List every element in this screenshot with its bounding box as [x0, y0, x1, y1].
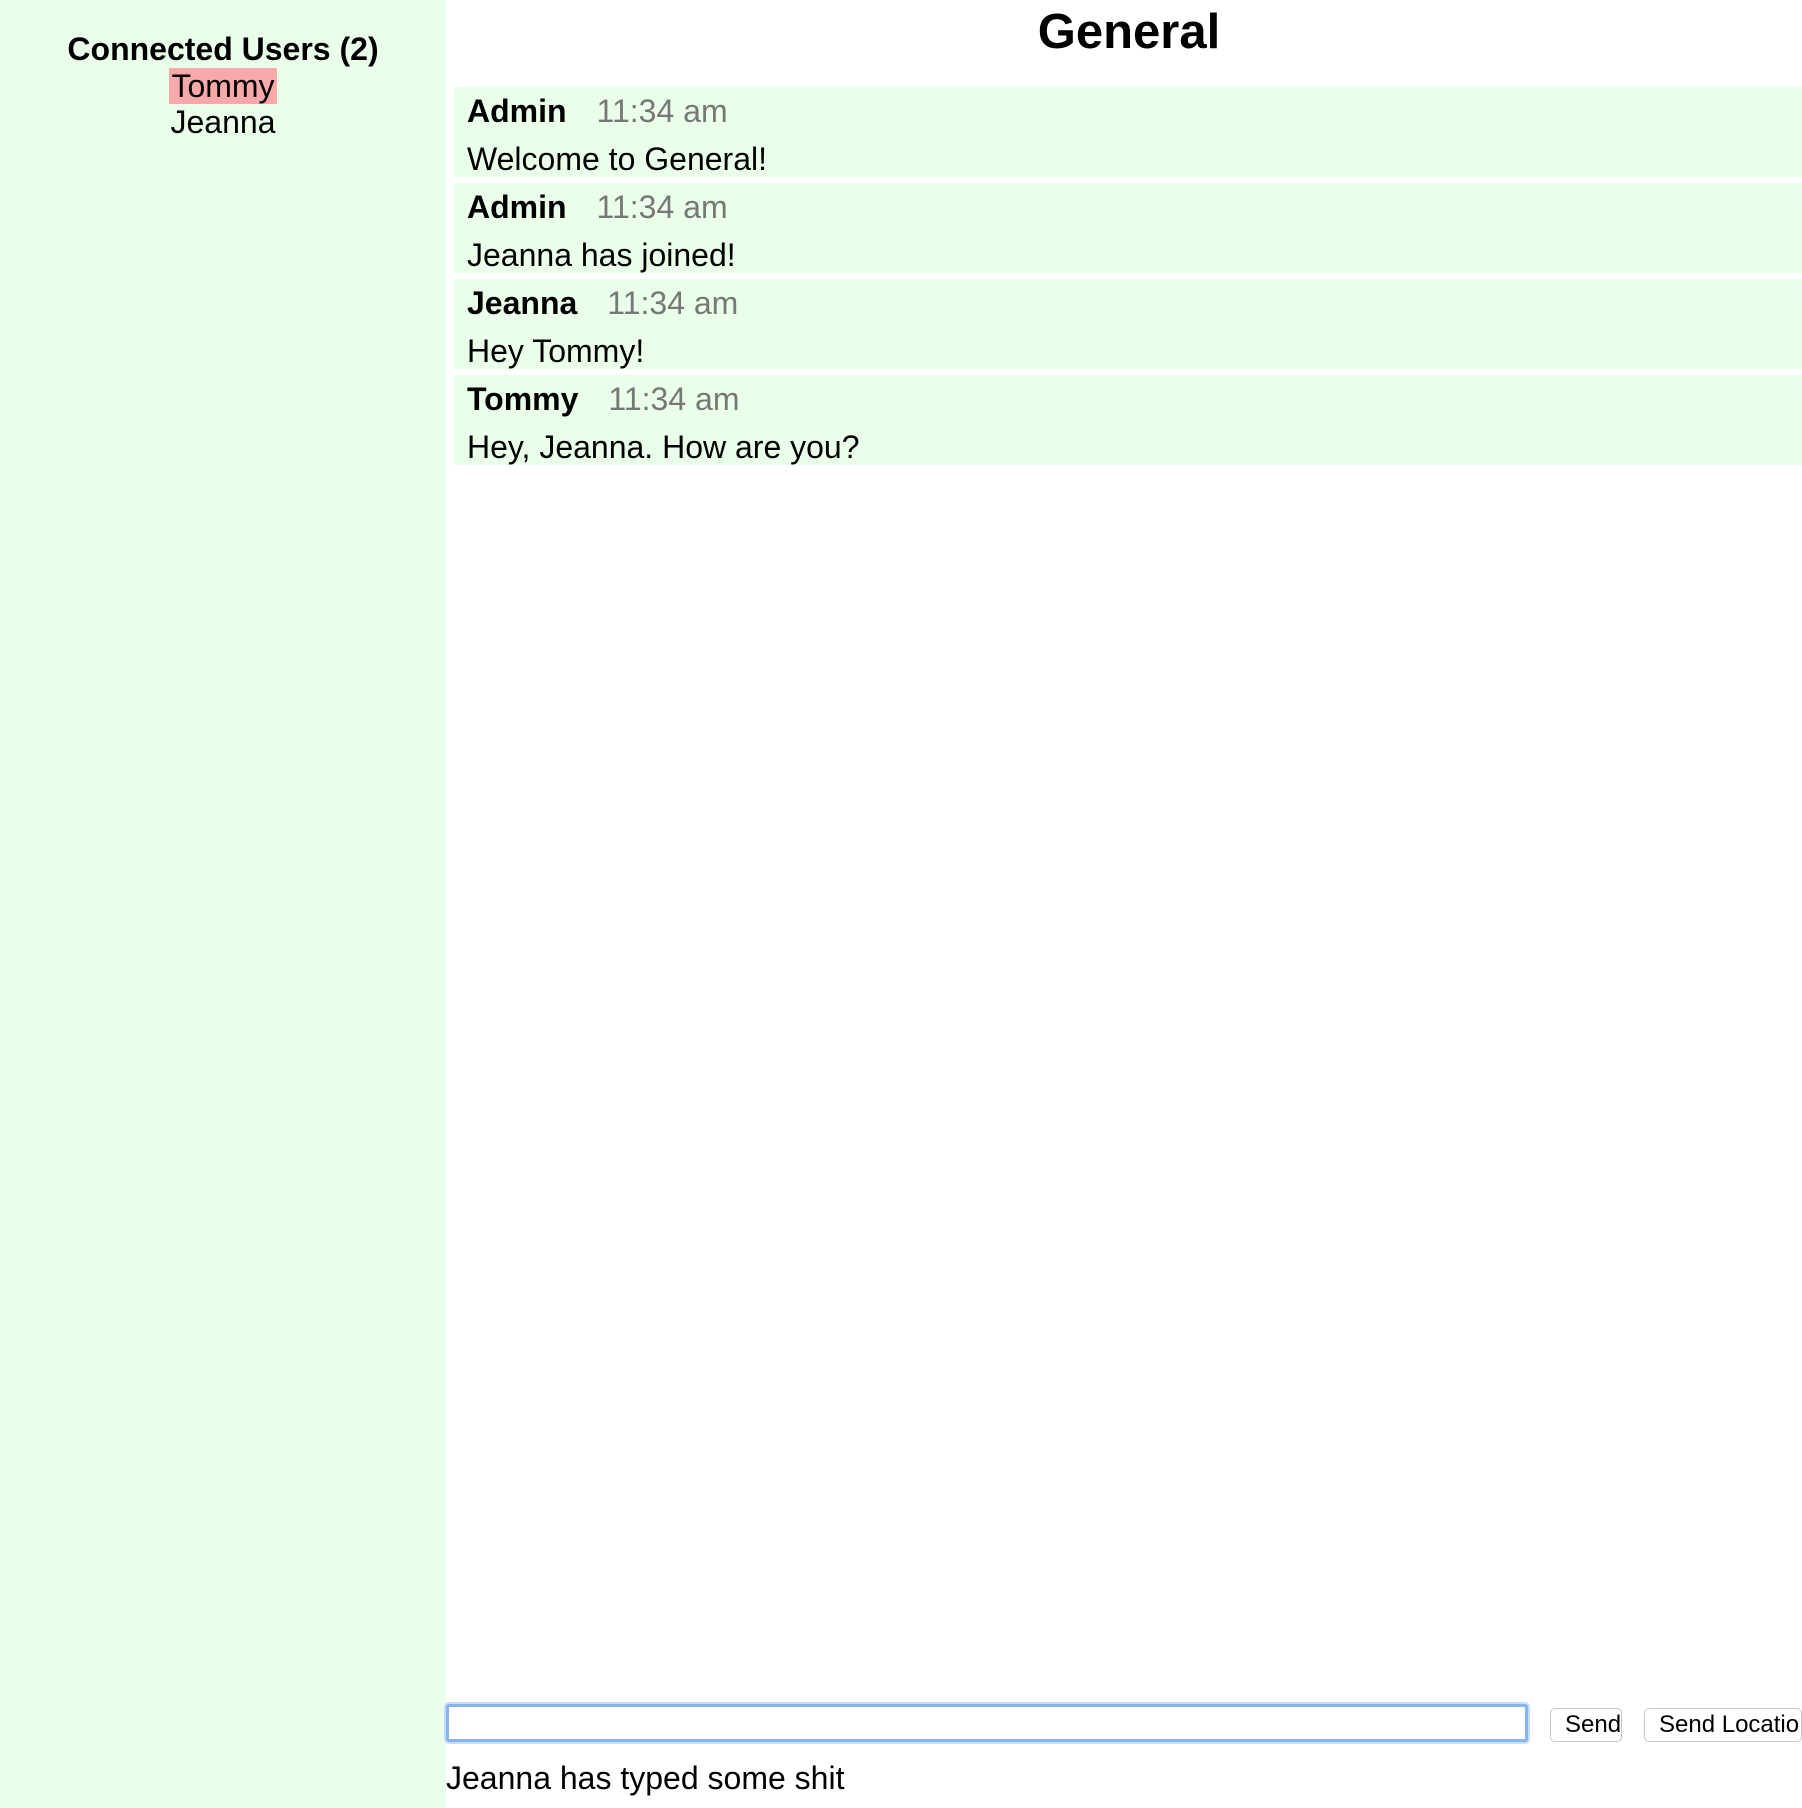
connected-users-title: Connected Users (2) — [67, 31, 379, 67]
message-text: Hey Tommy! — [467, 333, 645, 369]
message-meta: Admin 11:34 am — [467, 183, 1802, 225]
user-name: Jeanna — [170, 104, 276, 140]
message-author: Jeanna — [467, 285, 578, 321]
message-meta: Jeanna 11:34 am — [467, 279, 1802, 321]
message-text: Welcome to General! — [467, 141, 767, 177]
message-author: Admin — [467, 189, 567, 225]
message-list: Admin 11:34 am Welcome to General! Admin 1… — [454, 87, 1802, 471]
message-text: Hey, Jeanna. How are you? — [467, 429, 860, 465]
message-item: Jeanna 11:34 am Hey Tommy! — [454, 279, 1802, 369]
send-button[interactable]: Send — [1550, 1708, 1622, 1742]
message-author: Tommy — [467, 381, 579, 417]
user-list-item: Tommy — [0, 68, 446, 104]
chat-app: Connected Users (2) Tommy Jeanna General… — [0, 0, 1802, 1808]
sidebar: Connected Users (2) Tommy Jeanna — [0, 0, 446, 1808]
message-time: 11:34 am — [596, 189, 728, 225]
message-text: Jeanna has joined! — [467, 237, 736, 273]
message-item: Admin 11:34 am Welcome to General! — [454, 87, 1802, 177]
message-meta: Tommy 11:34 am — [467, 375, 1802, 417]
user-list-item: Jeanna — [0, 104, 446, 140]
user-list: Tommy Jeanna — [0, 68, 446, 140]
chat-main: General Admin 11:34 am Welcome to General… — [446, 0, 1802, 1808]
send-location-button[interactable]: Send Locatio — [1644, 1708, 1802, 1742]
message-item: Tommy 11:34 am Hey, Jeanna. How are you? — [454, 375, 1802, 465]
typing-status: Jeanna has typed some shit — [446, 1760, 845, 1796]
message-input[interactable] — [446, 1704, 1528, 1742]
message-item: Admin 11:34 am Jeanna has joined! — [454, 183, 1802, 273]
message-composer: Send Send Locatio — [446, 1704, 1802, 1746]
message-time: 11:34 am — [596, 93, 728, 129]
message-meta: Admin 11:34 am — [467, 87, 1802, 129]
message-time: 11:34 am — [607, 285, 739, 321]
message-time: 11:34 am — [608, 381, 740, 417]
room-title: General — [1037, 5, 1221, 59]
user-name: Tommy — [169, 68, 277, 104]
message-author: Admin — [467, 93, 567, 129]
